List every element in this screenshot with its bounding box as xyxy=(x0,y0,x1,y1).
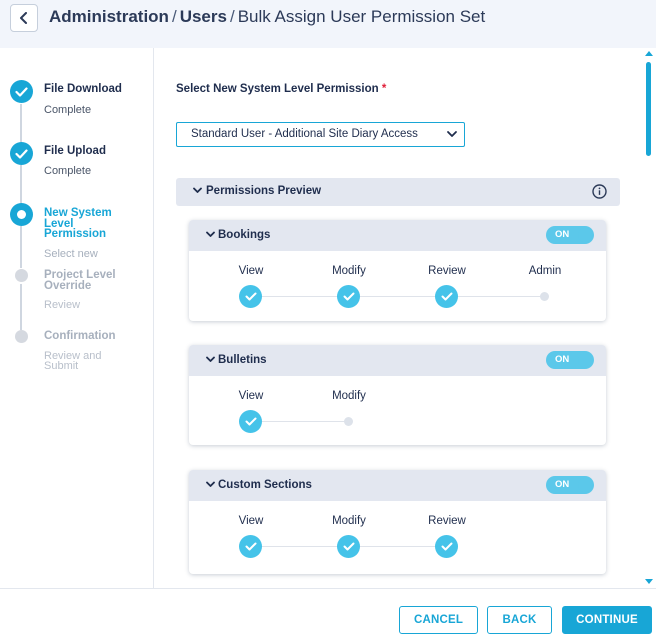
permission-card-bulletins: Bulletins ON View Modify xyxy=(189,345,606,445)
toggle-knob xyxy=(578,353,592,367)
chevron-down-icon xyxy=(193,187,202,193)
permission-card-custom-sections: Custom Sections ON View Modify Review xyxy=(189,470,606,574)
level-modify-check[interactable] xyxy=(337,535,360,558)
check-icon xyxy=(245,417,256,426)
step-title: File Download xyxy=(44,83,122,95)
step-connector xyxy=(20,165,22,205)
step-connector xyxy=(20,104,22,144)
progress-stepper: File Download Complete File Upload Compl… xyxy=(0,48,154,588)
breadcrumb-separator: / xyxy=(229,7,235,26)
card-header[interactable]: Custom Sections ON xyxy=(189,470,606,501)
section-toggle[interactable]: ON xyxy=(546,351,594,369)
chevron-left-icon xyxy=(20,12,27,24)
toggle-label: ON xyxy=(555,229,570,240)
scrollbar-thumb[interactable] xyxy=(646,62,651,156)
level-label: Modify xyxy=(332,390,366,402)
toggle-label: ON xyxy=(555,354,570,365)
level-view-check[interactable] xyxy=(239,410,262,433)
check-icon xyxy=(441,292,452,301)
breadcrumb-administration[interactable]: Administration xyxy=(49,7,169,26)
level-label: Review xyxy=(428,265,466,277)
check-icon xyxy=(441,542,452,551)
card-header[interactable]: Bookings ON xyxy=(189,220,606,251)
level-label: View xyxy=(238,390,264,402)
permissions-preview-title: Permissions Preview xyxy=(206,185,322,197)
card-header[interactable]: Bulletins ON xyxy=(189,345,606,376)
toggle-label: ON xyxy=(555,479,570,490)
level-modify-dot[interactable] xyxy=(344,417,353,426)
label-text: Select New System Level Permission xyxy=(176,83,379,95)
selected-value: Standard User - Additional Site Diary Ac… xyxy=(191,128,418,140)
level-admin-dot[interactable] xyxy=(540,292,549,301)
section-toggle[interactable]: ON xyxy=(546,226,594,244)
page-header: Administration / Users / Bulk Assign User Pe… xyxy=(0,0,656,48)
chevron-down-icon xyxy=(206,356,215,362)
step-connector xyxy=(20,226,22,268)
scroll-up-icon[interactable] xyxy=(645,51,653,56)
step-complete-indicator xyxy=(10,80,33,103)
continue-button[interactable]: CONTINUE xyxy=(562,606,652,634)
step-pending-indicator xyxy=(15,330,28,343)
section-toggle[interactable]: ON xyxy=(546,476,594,494)
step-subtitle: Review and Submit xyxy=(44,350,102,372)
permission-card-bookings: Bookings ON View Modify Review Admin xyxy=(189,220,606,321)
check-icon xyxy=(15,148,28,159)
step-connector xyxy=(20,284,22,330)
permissions-preview-header[interactable]: Permissions Preview xyxy=(176,178,620,206)
step-pending-indicator xyxy=(15,269,28,282)
check-icon xyxy=(245,292,256,301)
level-label: View xyxy=(238,265,264,277)
card-title: Bookings xyxy=(218,229,271,241)
check-icon xyxy=(343,542,354,551)
permission-select-label: Select New System Level Permission * xyxy=(176,83,386,95)
check-icon xyxy=(343,292,354,301)
toggle-knob xyxy=(578,478,592,492)
level-modify-check[interactable] xyxy=(337,285,360,308)
step-title: New System Level Permission xyxy=(44,207,112,240)
level-label: View xyxy=(238,515,264,527)
step-subtitle: Review xyxy=(44,299,81,311)
level-view-check[interactable] xyxy=(239,535,262,558)
step-active-indicator xyxy=(10,203,33,226)
step-title: File Upload xyxy=(44,145,106,157)
required-marker: * xyxy=(381,83,387,95)
check-icon xyxy=(245,542,256,551)
level-track xyxy=(250,421,348,422)
back-nav-button[interactable] xyxy=(10,4,38,32)
chevron-down-icon xyxy=(206,231,215,237)
breadcrumb-separator: / xyxy=(171,7,177,26)
system-permission-select[interactable]: Standard User - Additional Site Diary Ac… xyxy=(176,122,465,147)
scroll-down-icon[interactable] xyxy=(645,579,653,584)
chevron-down-icon xyxy=(206,481,215,487)
level-view-check[interactable] xyxy=(239,285,262,308)
back-button[interactable]: BACK xyxy=(487,606,552,634)
breadcrumb: Administration / Users / Bulk Assign User Pe… xyxy=(49,7,485,27)
check-icon xyxy=(15,86,28,97)
main-scrollbar[interactable] xyxy=(643,48,656,588)
step-title: Project Level Override xyxy=(44,269,116,292)
step-subtitle: Complete xyxy=(44,104,92,116)
level-label: Admin xyxy=(528,265,562,277)
level-track xyxy=(250,296,545,297)
card-title: Custom Sections xyxy=(218,479,312,491)
footer-actions: CANCEL BACK CONTINUE xyxy=(0,588,656,642)
page-title: Bulk Assign User Permission Set xyxy=(237,7,486,26)
level-review-check[interactable] xyxy=(435,285,458,308)
level-review-check[interactable] xyxy=(435,535,458,558)
step-subtitle: Complete xyxy=(44,165,92,177)
level-label: Modify xyxy=(332,515,366,527)
card-title: Bulletins xyxy=(218,354,267,366)
main-content: Select New System Level Permission * Sta… xyxy=(155,48,643,588)
toggle-knob xyxy=(578,228,592,242)
chevron-down-icon xyxy=(447,131,457,137)
step-complete-indicator xyxy=(10,142,33,165)
cancel-button[interactable]: CANCEL xyxy=(399,606,478,634)
level-label: Review xyxy=(428,515,466,527)
info-icon[interactable] xyxy=(592,184,607,199)
breadcrumb-users[interactable]: Users xyxy=(180,7,227,26)
level-label: Modify xyxy=(332,265,366,277)
step-title: Confirmation xyxy=(44,330,116,342)
step-subtitle: Select new xyxy=(44,248,98,260)
